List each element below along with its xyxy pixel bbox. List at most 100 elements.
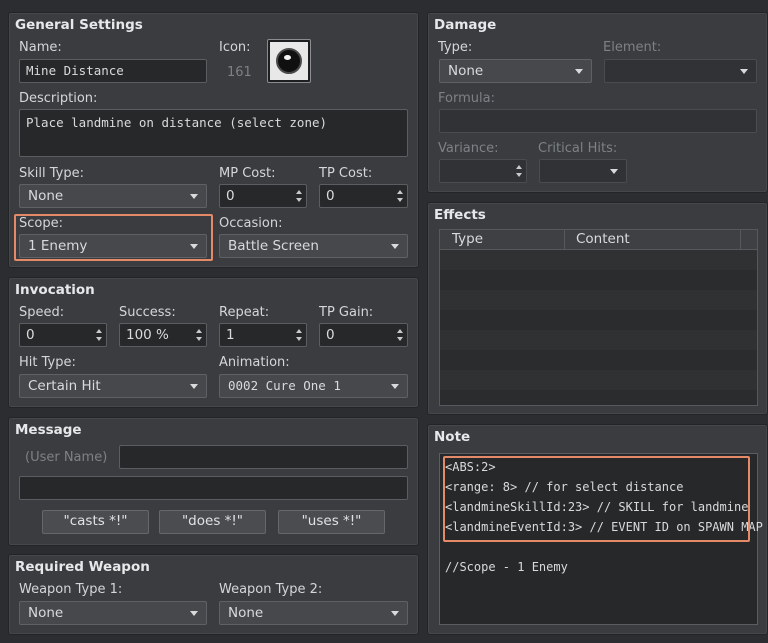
element-select[interactable]: [604, 59, 757, 83]
chevron-down-icon: [575, 69, 583, 74]
description-input[interactable]: Place landmine on distance (select zone): [19, 109, 408, 157]
tp-cost-stepper[interactable]: 0: [319, 184, 408, 208]
formula-input[interactable]: [439, 109, 757, 133]
user-name-placeholder: (User Name): [25, 450, 108, 465]
spin-down-icon[interactable]: [397, 337, 403, 341]
success-value: 100 %: [126, 327, 169, 343]
chevron-down-icon: [740, 69, 748, 74]
column-divider: [740, 230, 741, 249]
icon-label: Icon:: [219, 40, 251, 55]
icon-index: 161: [227, 65, 252, 80]
effects-title: Effects: [434, 207, 486, 223]
spin-up-icon[interactable]: [196, 329, 202, 333]
column-header-type[interactable]: Type: [452, 231, 483, 247]
casts-button[interactable]: "casts *!": [42, 510, 149, 534]
chevron-down-icon: [391, 244, 399, 249]
spin-up-icon[interactable]: [397, 329, 403, 333]
occasion-label: Occasion:: [219, 216, 283, 231]
effects-table[interactable]: Type Content: [439, 229, 758, 406]
note-line: //Scope - 1 Enemy: [445, 560, 568, 574]
icon-picker[interactable]: [268, 40, 310, 82]
table-row[interactable]: [440, 350, 757, 370]
mp-cost-stepper[interactable]: 0: [219, 184, 307, 208]
scope-select[interactable]: 1 Enemy: [19, 234, 207, 258]
damage-type-value: None: [448, 63, 484, 79]
animation-value: 0002 Cure One 1: [228, 378, 341, 393]
column-header-content[interactable]: Content: [576, 231, 630, 247]
damage-title: Damage: [434, 17, 497, 33]
weapon-type-2-select[interactable]: None: [219, 601, 408, 625]
chevron-down-icon: [190, 194, 198, 199]
spin-down-icon[interactable]: [196, 337, 202, 341]
message-line-1-input[interactable]: [119, 445, 408, 469]
general-settings-title: General Settings: [15, 17, 143, 33]
occasion-select[interactable]: Battle Screen: [219, 234, 408, 258]
required-weapon-title: Required Weapon: [15, 559, 150, 575]
table-row[interactable]: [440, 330, 757, 350]
does-button[interactable]: "does *!": [159, 510, 266, 534]
chevron-down-icon: [190, 611, 198, 616]
name-input[interactable]: Mine Distance: [19, 59, 207, 83]
critical-hits-label: Critical Hits:: [538, 141, 618, 156]
tp-cost-value: 0: [326, 188, 335, 204]
weapon-type-1-value: None: [28, 605, 64, 621]
table-row[interactable]: [440, 270, 757, 290]
animation-select[interactable]: 0002 Cure One 1: [219, 374, 408, 398]
tp-gain-stepper[interactable]: 0: [319, 323, 408, 347]
spin-up-icon[interactable]: [516, 165, 522, 169]
success-stepper[interactable]: 100 %: [119, 323, 207, 347]
skill-type-select[interactable]: None: [19, 184, 207, 208]
effects-panel: Effects Type Content: [427, 202, 768, 415]
weapon-type-2-label: Weapon Type 2:: [219, 582, 323, 597]
damage-type-label: Type:: [438, 40, 473, 55]
column-divider: [564, 230, 565, 249]
element-label: Element:: [603, 40, 662, 55]
spin-down-icon[interactable]: [96, 337, 102, 341]
animation-label: Animation:: [219, 355, 290, 370]
note-line: <landmineEventId:3> // EVENT ID on SPAWN…: [445, 520, 763, 534]
chevron-down-icon: [610, 169, 618, 174]
speed-value: 0: [26, 327, 35, 343]
message-title: Message: [15, 422, 82, 438]
chevron-down-icon: [391, 611, 399, 616]
speed-stepper[interactable]: 0: [19, 323, 107, 347]
message-line-2-input[interactable]: [19, 476, 408, 500]
spin-up-icon[interactable]: [296, 329, 302, 333]
chevron-down-icon: [190, 244, 198, 249]
chevron-down-icon: [190, 384, 198, 389]
hit-type-select[interactable]: Certain Hit: [19, 374, 207, 398]
scope-value: 1 Enemy: [28, 238, 88, 254]
note-title: Note: [434, 429, 471, 445]
note-line: <range: 8> // for select distance: [445, 480, 684, 494]
table-row[interactable]: [440, 250, 757, 270]
spin-down-icon[interactable]: [296, 337, 302, 341]
hit-type-label: Hit Type:: [19, 355, 76, 370]
spin-down-icon[interactable]: [397, 198, 403, 202]
variance-stepper[interactable]: [439, 159, 527, 183]
invocation-panel: Invocation Speed: 0 Success: 100 % Repea…: [8, 277, 419, 408]
repeat-stepper[interactable]: 1: [219, 323, 307, 347]
damage-type-select[interactable]: None: [439, 59, 592, 83]
mp-cost-label: MP Cost:: [219, 166, 276, 181]
note-textarea[interactable]: <ABS:2> <range: 8> // for select distanc…: [439, 453, 763, 625]
critical-hits-select[interactable]: [539, 159, 627, 183]
spin-up-icon[interactable]: [96, 329, 102, 333]
required-weapon-panel: Required Weapon Weapon Type 1: None Weap…: [8, 554, 419, 635]
table-row[interactable]: [440, 290, 757, 310]
mp-cost-value: 0: [226, 188, 235, 204]
spin-up-icon[interactable]: [296, 190, 302, 194]
uses-button[interactable]: "uses *!": [278, 510, 385, 534]
spin-down-icon[interactable]: [296, 198, 302, 202]
effects-table-header: Type Content: [440, 230, 757, 250]
name-label: Name:: [19, 40, 62, 55]
table-row[interactable]: [440, 310, 757, 330]
table-row[interactable]: [440, 390, 757, 405]
spin-down-icon[interactable]: [516, 173, 522, 177]
variance-label: Variance:: [438, 141, 499, 156]
weapon-type-1-select[interactable]: None: [19, 601, 207, 625]
spin-up-icon[interactable]: [397, 190, 403, 194]
occasion-value: Battle Screen: [228, 238, 319, 254]
table-row[interactable]: [440, 370, 757, 390]
skill-type-value: None: [28, 188, 64, 204]
speed-label: Speed:: [19, 305, 65, 320]
